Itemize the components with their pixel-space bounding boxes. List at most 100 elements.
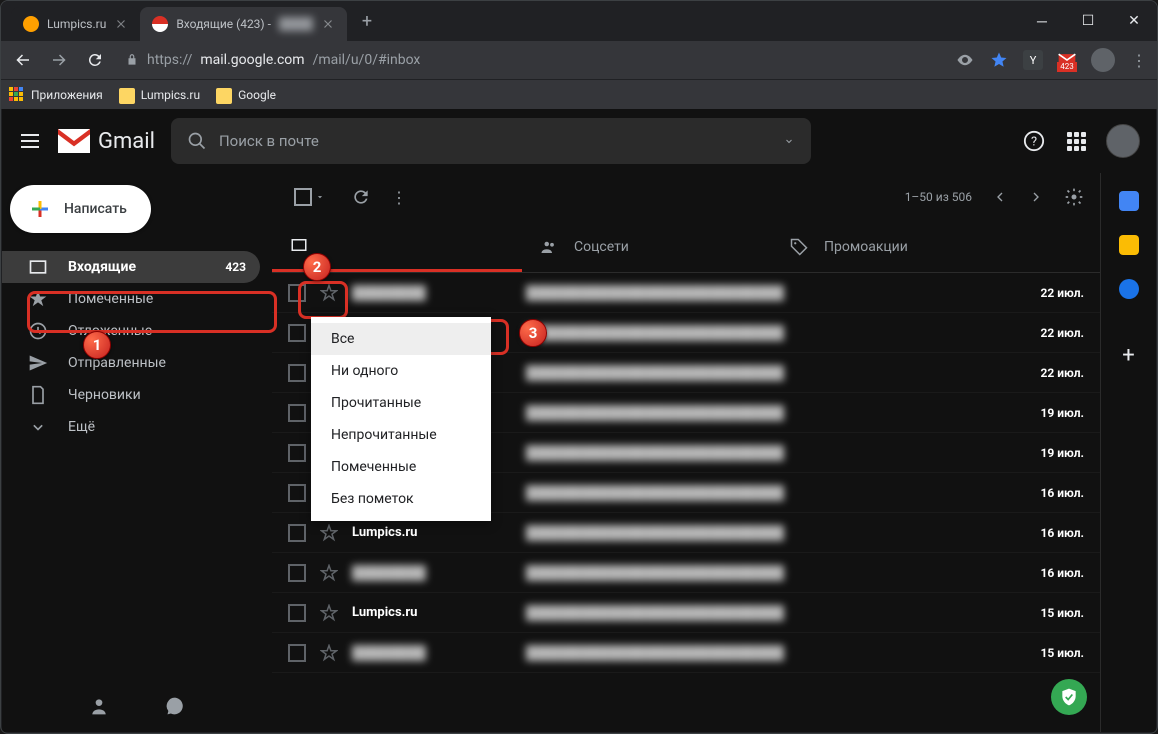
mail-sender: Lumpics.ru [352, 525, 512, 540]
browser-window: Lumpics.ru Входящие (423) - ████ + ─ ☐ ✕… [0, 0, 1158, 734]
close-icon[interactable] [321, 17, 335, 31]
inbox-icon [290, 236, 308, 254]
nav-reload-button[interactable] [81, 46, 109, 74]
mail-date: 19 июл. [1041, 406, 1085, 420]
checkbox-icon[interactable] [288, 444, 306, 462]
new-tab-button[interactable]: + [353, 7, 381, 35]
browser-avatar[interactable] [1091, 48, 1115, 72]
sidebar-item-inbox[interactable]: Входящие 423 [2, 251, 260, 283]
tab-lumpics[interactable]: Lumpics.ru [11, 7, 140, 41]
star-icon [28, 289, 48, 309]
checkbox-icon[interactable] [288, 404, 306, 422]
checkbox-icon[interactable] [288, 564, 306, 582]
plus-icon [28, 197, 52, 221]
clock-icon [28, 321, 48, 341]
extension-y[interactable]: Y [1023, 50, 1043, 70]
star-icon[interactable] [320, 284, 338, 302]
refresh-button[interactable] [351, 187, 371, 207]
dd-unstarred[interactable]: Без пометок [311, 483, 491, 515]
nav-forward-button[interactable] [45, 46, 73, 74]
mail-row[interactable]: ████████ ████████████████████████████ 15… [272, 633, 1100, 673]
bookmark-apps[interactable]: Приложения [9, 87, 103, 103]
dd-read[interactable]: Прочитанные [311, 387, 491, 419]
bookmark-star-icon[interactable] [989, 50, 1009, 70]
mail-subject: ████████████████████████████ [526, 325, 1027, 341]
tab-promotions[interactable]: Промоакции [772, 221, 1022, 272]
url-host: mail.google.com [200, 52, 304, 68]
apps-launcher[interactable] [1064, 129, 1088, 153]
bookmark-lumpics[interactable]: Lumpics.ru [119, 86, 200, 104]
header-right: ? [1022, 124, 1140, 158]
extension-gmail-count: 423 [1057, 62, 1077, 72]
nav-back-button[interactable] [9, 46, 37, 74]
chevron-down-icon[interactable] [783, 135, 795, 147]
next-page-button[interactable] [1028, 189, 1044, 205]
dd-none[interactable]: Ни одного [311, 355, 491, 387]
checkbox-icon [294, 188, 312, 206]
mail-date: 22 июл. [1041, 286, 1085, 300]
mail-toolbar: ⋮ 1–50 из 506 [272, 173, 1100, 221]
mail-date: 15 июл. [1041, 646, 1085, 660]
minimize-button[interactable]: ─ [1019, 1, 1065, 41]
gmail-brand: Gmail [98, 129, 155, 154]
bookmark-google[interactable]: Google [216, 86, 276, 104]
people-icon [540, 238, 558, 256]
eye-icon[interactable] [955, 50, 975, 70]
prev-page-button[interactable] [992, 189, 1008, 205]
star-icon[interactable] [320, 524, 338, 542]
star-icon[interactable] [320, 564, 338, 582]
calendar-addon[interactable] [1119, 191, 1139, 211]
shield-fab[interactable] [1051, 679, 1087, 715]
account-avatar[interactable] [1106, 124, 1140, 158]
keep-addon[interactable] [1119, 235, 1139, 255]
titlebar: Lumpics.ru Входящие (423) - ████ + ─ ☐ ✕ [1, 1, 1157, 41]
sidebar-item-more[interactable]: Ещё [2, 411, 260, 443]
search-box[interactable]: Поиск в почте [171, 118, 811, 164]
gmail-header: Gmail Поиск в почте ? [2, 109, 1156, 173]
checkbox-icon[interactable] [288, 324, 306, 342]
mail-row[interactable]: ████████ ████████████████████████████ 16… [272, 553, 1100, 593]
dd-unread[interactable]: Непрочитанные [311, 419, 491, 451]
checkbox-icon[interactable] [288, 484, 306, 502]
maximize-button[interactable]: ☐ [1065, 1, 1111, 41]
close-window-button[interactable]: ✕ [1111, 1, 1157, 41]
close-icon[interactable] [114, 17, 128, 31]
compose-button[interactable]: Написать [10, 185, 151, 233]
addons-plus-button[interactable]: + [1122, 343, 1134, 368]
compose-label: Написать [64, 201, 127, 217]
tab-social[interactable]: Соцсети [522, 221, 772, 272]
sidebar-item-sent[interactable]: Отправленные [2, 347, 260, 379]
gmail-icon [58, 129, 90, 153]
checkbox-icon[interactable] [288, 604, 306, 622]
checkbox-icon[interactable] [288, 644, 306, 662]
settings-button[interactable] [1064, 187, 1084, 207]
bookmark-label: Lumpics.ru [141, 88, 200, 102]
mail-row[interactable]: Lumpics.ru ████████████████████████████ … [272, 593, 1100, 633]
checkbox-icon[interactable] [288, 524, 306, 542]
star-icon[interactable] [320, 604, 338, 622]
help-button[interactable]: ? [1022, 129, 1046, 153]
gmail-logo[interactable]: Gmail [58, 129, 155, 154]
lock-icon [125, 53, 139, 67]
star-icon[interactable] [320, 644, 338, 662]
hangouts-icon[interactable] [165, 696, 185, 716]
checkbox-icon[interactable] [288, 364, 306, 382]
tasks-addon[interactable] [1119, 279, 1139, 299]
checkbox-icon[interactable] [288, 284, 306, 302]
extension-gmail[interactable]: 423 [1057, 50, 1077, 70]
mail-date: 19 июл. [1041, 446, 1085, 460]
hamburger-icon[interactable] [18, 129, 42, 153]
mail-row[interactable]: ████████ ████████████████████████████ 22… [272, 273, 1100, 313]
select-all-dropdown[interactable] [288, 182, 331, 212]
url-field[interactable]: https://mail.google.com/mail/u/0/#inbox [117, 52, 947, 68]
tab-label: Промоакции [824, 239, 908, 255]
dd-all[interactable]: Все [311, 323, 491, 355]
sidebar-item-drafts[interactable]: Черновики [2, 379, 260, 411]
person-icon[interactable] [89, 696, 109, 716]
tab-gmail[interactable]: Входящие (423) - ████ [140, 7, 347, 41]
browser-menu-icon[interactable]: ⋮ [1129, 50, 1149, 70]
sidebar-item-starred[interactable]: Помеченные [2, 283, 260, 315]
sidebar-item-snoozed[interactable]: Отложенные [2, 315, 260, 347]
more-menu-button[interactable]: ⋮ [391, 188, 407, 207]
dd-starred[interactable]: Помеченные [311, 451, 491, 483]
